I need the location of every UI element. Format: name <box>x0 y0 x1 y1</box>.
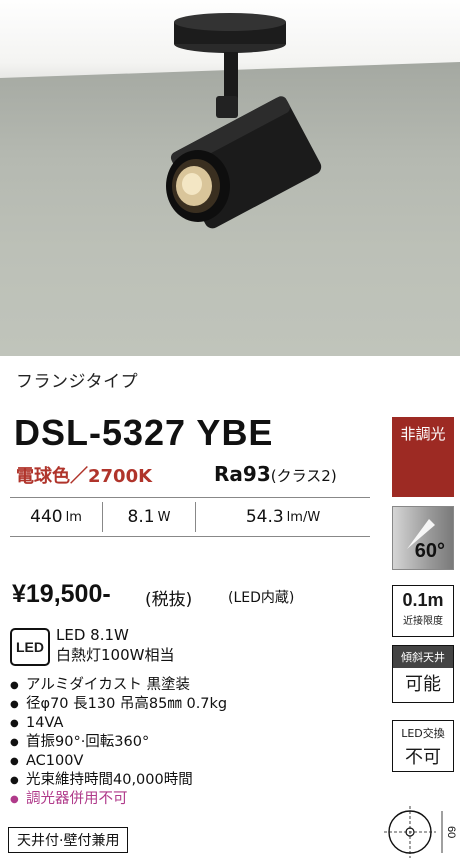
price-tax-note: (税抜) <box>145 590 193 610</box>
led-exchange-value: 不可 <box>405 747 441 768</box>
incandescent-equivalent: 白熱灯100W相当 <box>56 646 175 664</box>
proximity-label: 近接限度 <box>403 616 443 627</box>
spec-value: 440 <box>30 507 63 527</box>
sloped-ceiling-value: 可能 <box>405 674 441 695</box>
spotlight-image <box>166 13 322 229</box>
price-led-note: (LED内蔵) <box>228 590 295 606</box>
type-label: フランジタイプ <box>16 372 139 392</box>
spec-unit: lm/W <box>286 509 321 525</box>
ra-class: (クラス2) <box>270 467 337 485</box>
sloped-ceiling-label: 傾斜天井 <box>393 646 453 668</box>
spec-unit: W <box>157 509 171 525</box>
list-item: 14VA <box>10 714 227 733</box>
color-temperature: 電球色／2700K <box>16 466 153 487</box>
dimension-drawing: 60 <box>384 806 457 858</box>
dimmer-warning: 調光器併用不可 <box>10 790 227 809</box>
list-item: アルミダイカスト 黒塗装 <box>10 676 227 695</box>
led-icon: LED <box>10 628 50 666</box>
proximity-badge: 0.1m 近接限度 <box>392 585 454 637</box>
product-photo <box>0 0 460 356</box>
mount-type-badge: 天井付·壁付兼用 <box>8 827 129 853</box>
list-item: AC100V <box>10 752 227 771</box>
list-item: 光束維持時間40,000時間 <box>10 771 227 790</box>
spec-value: 54.3 <box>245 507 284 527</box>
spec-lumens: 440 lm <box>10 498 102 536</box>
spec-watts: 8.1 W <box>103 498 195 536</box>
dimension-label: 60 <box>445 826 457 838</box>
beam-angle-badge: 60° <box>392 506 454 570</box>
list-item: 首振90°·回転360° <box>10 733 227 752</box>
spec-efficiency: 54.3 lm/W <box>196 498 370 536</box>
spec-unit: lm <box>65 509 82 525</box>
led-info: LED 8.1W 白熱灯100W相当 <box>56 625 174 665</box>
feature-list: アルミダイカスト 黒塗装 径φ70 長130 吊高85㎜ 0.7kg 14VA … <box>10 676 227 809</box>
spec-value: 8.1 <box>127 507 155 527</box>
led-exchange-label: LED交換 <box>401 727 445 740</box>
beam-angle-value: 60° <box>414 540 445 562</box>
led-wattage: LED 8.1W <box>56 626 129 644</box>
list-item: 径φ70 長130 吊高85㎜ 0.7kg <box>10 695 227 714</box>
price: ¥19,500- <box>12 580 111 608</box>
model-number: DSL-5327 YBE <box>14 412 274 453</box>
proximity-value: 0.1m <box>402 590 444 610</box>
ra-value: Ra93 <box>214 462 271 486</box>
led-exchange-badge: LED交換 不可 <box>392 720 454 772</box>
sloped-ceiling-badge: 傾斜天井 可能 <box>392 645 454 703</box>
color-rendering: Ra93(クラス2) <box>214 462 337 486</box>
spec-table: 440 lm 8.1 W 54.3 lm/W <box>10 497 370 537</box>
non-dimmable-badge: 非調光 <box>392 417 454 497</box>
